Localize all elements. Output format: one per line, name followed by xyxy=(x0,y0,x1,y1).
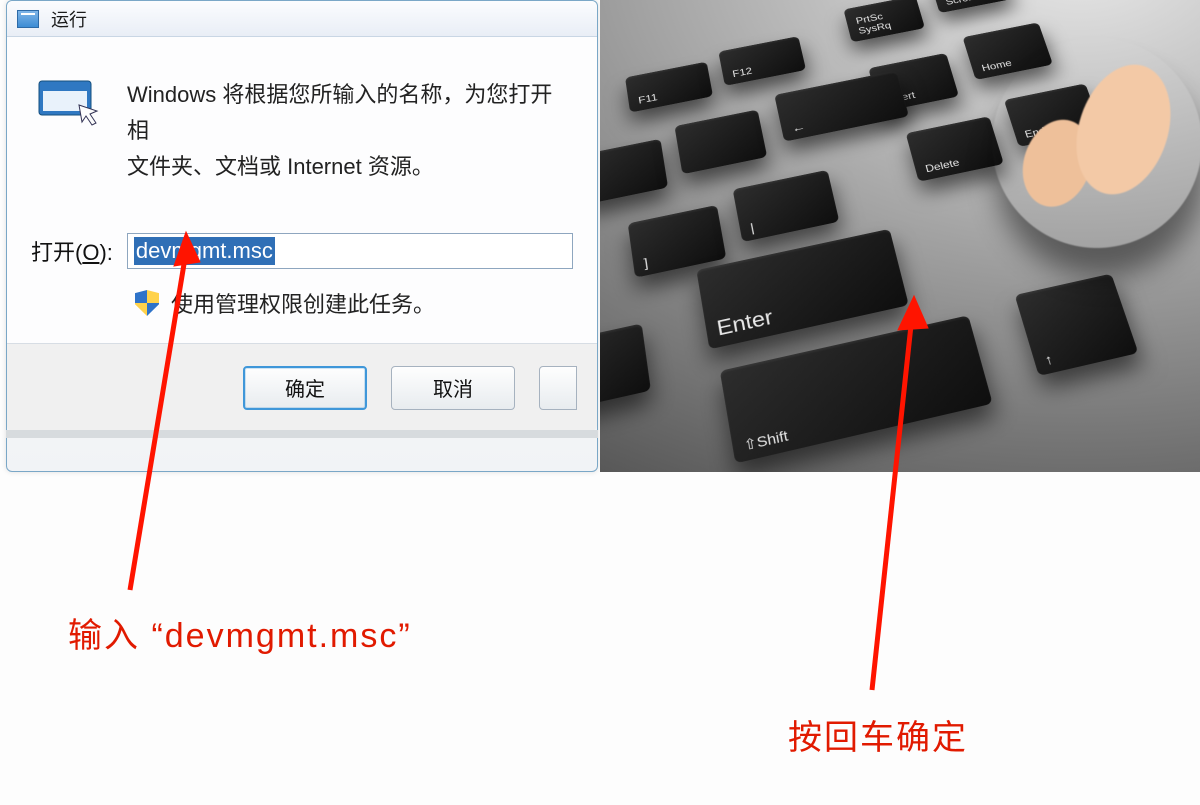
keyboard-photo: F11 F12 PrtSc SysRq Scroll Lock Insert H… xyxy=(600,0,1200,472)
open-input[interactable]: devmgmt.msc xyxy=(127,233,573,269)
key-enter: Enter xyxy=(696,229,908,350)
key-minus xyxy=(600,139,668,205)
window-title: 运行 xyxy=(51,6,87,32)
dialog-body: Windows 将根据您所输入的名称，为您打开相 文件夹、文档或 Interne… xyxy=(7,37,597,343)
key-arrow-up: ↑ xyxy=(1015,274,1139,376)
titlebar: 运行 xyxy=(7,1,597,37)
key-scroll-lock: Scroll Lock xyxy=(930,0,1011,13)
run-description: Windows 将根据您所输入的名称，为您打开相 文件夹、文档或 Interne… xyxy=(127,75,573,185)
ok-button-label: 确定 xyxy=(285,373,325,402)
key-prtsc: PrtSc SysRq xyxy=(843,0,925,42)
description-row: Windows 将根据您所输入的名称，为您打开相 文件夹、文档或 Interne… xyxy=(31,75,573,185)
open-label-mnemonic: O xyxy=(82,240,99,265)
admin-note-row: 使用管理权限创建此任务。 xyxy=(135,287,573,319)
run-title-icon xyxy=(17,10,39,28)
open-label-post: ): xyxy=(99,240,112,265)
open-input-value: devmgmt.msc xyxy=(134,237,275,265)
key-backspace: ← xyxy=(774,71,909,142)
key-equals xyxy=(674,110,767,175)
caption-input: 输入 “devmgmt.msc” xyxy=(68,608,412,657)
ok-button[interactable]: 确定 xyxy=(243,366,367,410)
key-pipe: | xyxy=(733,170,840,242)
run-dialog: 运行 Windows 将根据您所输入的名称，为您打开相 文件夹、文档或 Inte… xyxy=(6,0,598,472)
open-label: 打开(O): xyxy=(31,235,113,267)
dialog-bottom-shadow xyxy=(6,430,598,438)
key-f12: F12 xyxy=(718,36,806,86)
cancel-button-label: 取消 xyxy=(433,373,473,402)
button-row: 确定 取消 xyxy=(7,343,597,431)
key-f11: F11 xyxy=(625,62,713,113)
open-label-pre: 打开( xyxy=(31,240,82,265)
caption-enter: 按回车确定 xyxy=(788,710,968,759)
admin-note: 使用管理权限创建此任务。 xyxy=(171,287,435,319)
open-row: 打开(O): devmgmt.msc xyxy=(31,233,573,269)
browse-button-cut[interactable] xyxy=(539,366,577,410)
run-program-icon xyxy=(35,75,99,127)
key-semicolon xyxy=(600,323,651,413)
uac-shield-icon xyxy=(135,290,159,316)
cancel-button[interactable]: 取消 xyxy=(391,366,515,410)
key-delete: Delete xyxy=(906,116,1004,182)
